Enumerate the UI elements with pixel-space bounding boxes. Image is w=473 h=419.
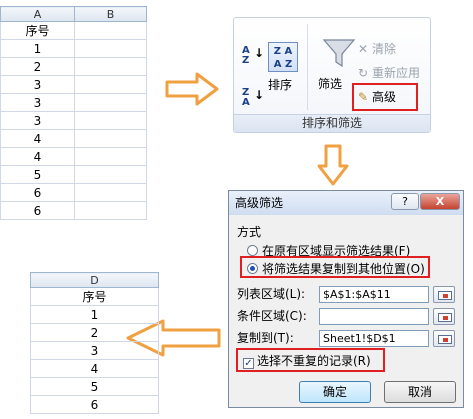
cell-a10[interactable]: 6 (0, 183, 75, 202)
cell-a7[interactable]: 4 (0, 129, 75, 148)
arrow-down-icon (317, 144, 349, 186)
sort-button-label[interactable]: 排序 (268, 76, 292, 93)
cell-d6[interactable]: 5 (30, 377, 159, 396)
cell-d1[interactable]: 序号 (30, 287, 159, 306)
cell-a9[interactable]: 5 (0, 165, 75, 184)
filter-button-label[interactable]: 筛选 (318, 75, 342, 92)
sort-descending-button[interactable]: ZA ↓ (242, 87, 264, 108)
cell-b8[interactable] (74, 147, 147, 166)
cell-b5[interactable] (74, 93, 147, 112)
arrow-right-icon (165, 72, 219, 106)
column-header-d[interactable]: D (30, 272, 159, 288)
criteria-range-label: 条件区域(C): (237, 309, 307, 323)
reapply-filter-button[interactable]: ↻ 重新应用 (356, 64, 420, 82)
radio-in-place[interactable] (247, 245, 258, 256)
copy-option-highlight-box (240, 256, 430, 278)
cell-b2[interactable] (74, 39, 147, 58)
cell-b7[interactable] (74, 129, 147, 148)
cell-b11[interactable] (74, 201, 147, 220)
cell-a5[interactable]: 3 (0, 93, 75, 112)
cell-a3[interactable]: 2 (0, 57, 75, 76)
clear-filter-icon: ✕ (357, 42, 369, 56)
cell-a11[interactable]: 6 (0, 201, 75, 220)
unique-option-highlight-box (236, 348, 385, 372)
cell-d2[interactable]: 1 (30, 305, 159, 324)
criteria-range-collapse-icon[interactable] (433, 308, 455, 325)
cell-b6[interactable] (74, 111, 147, 130)
sheet-columns-a-b: A B 序号 1 2 3 3 3 4 4 5 6 6 (0, 6, 147, 220)
cell-b3[interactable] (74, 57, 147, 76)
cell-a8[interactable]: 4 (0, 147, 75, 166)
close-button[interactable]: X (420, 193, 460, 210)
copy-to-label: 复制到(T): (237, 331, 294, 345)
list-range-label: 列表区域(L): (237, 287, 306, 301)
cell-d5[interactable]: 4 (30, 359, 159, 378)
cell-a1[interactable]: 序号 (0, 21, 75, 40)
sort-dialog-icon[interactable]: Z AA Z (268, 42, 298, 72)
copy-to-input[interactable] (319, 330, 429, 347)
filter-funnel-icon[interactable] (322, 38, 356, 68)
sort-ascending-icon: AZ (242, 45, 250, 66)
cell-d4[interactable]: 3 (30, 341, 159, 360)
cell-a2[interactable]: 1 (0, 39, 75, 58)
mode-section-label: 方式 (237, 225, 262, 239)
column-header-b[interactable]: B (74, 6, 147, 22)
cell-b1[interactable] (74, 21, 147, 40)
advanced-highlight-box (352, 83, 418, 111)
advanced-filter-dialog: 高级筛选 ? X 方式 在原有区域显示筛选结果(F) 将筛选结果复制到其他位置(… (228, 190, 464, 408)
reapply-filter-icon: ↻ (357, 66, 369, 80)
cell-a6[interactable]: 3 (0, 111, 75, 130)
help-button[interactable]: ? (391, 193, 419, 210)
cell-b10[interactable] (74, 183, 147, 202)
cell-a4[interactable]: 3 (0, 75, 75, 94)
cancel-button[interactable]: 取消 (384, 381, 456, 403)
clear-filter-button[interactable]: ✕ 清除 (356, 40, 396, 58)
copy-to-collapse-icon[interactable] (433, 330, 455, 347)
ok-button[interactable]: 确定 (299, 381, 371, 403)
cell-d3[interactable]: 2 (30, 323, 159, 342)
column-header-a[interactable]: A (0, 6, 75, 22)
criteria-range-input[interactable] (319, 308, 429, 325)
cell-b4[interactable] (74, 75, 147, 94)
sheet-column-d: D 序号 1 2 3 4 5 6 (30, 272, 159, 414)
ribbon-sort-filter-group: AZ ↓ ZA ↓ Z AA Z 排序 筛选 ✕ 清除 ↻ 重新应用 ✎ 高级 排序和… (233, 17, 431, 133)
cell-d7[interactable]: 6 (30, 395, 159, 414)
cell-b9[interactable] (74, 165, 147, 184)
sort-descending-icon: ZA (242, 87, 250, 108)
sort-ascending-button[interactable]: AZ ↓ (242, 45, 264, 66)
list-range-input[interactable] (319, 286, 429, 303)
list-range-collapse-icon[interactable] (433, 286, 455, 303)
ribbon-group-label: 排序和筛选 (234, 114, 430, 132)
ribbon-separator (307, 24, 308, 110)
